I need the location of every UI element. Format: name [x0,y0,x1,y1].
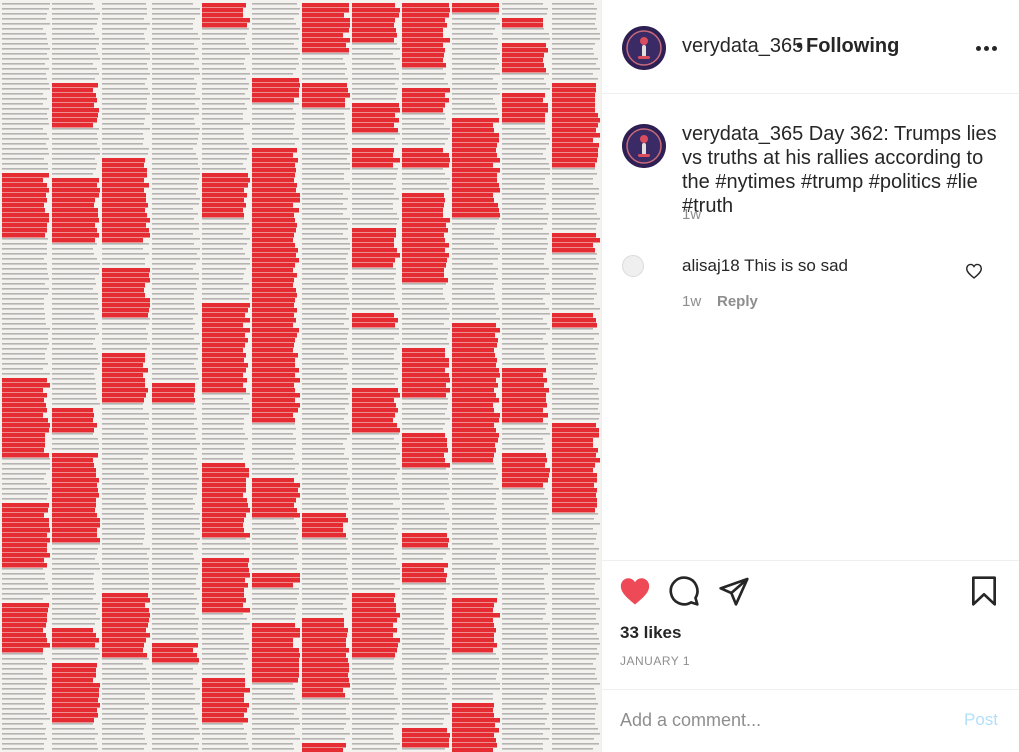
instagram-post: verydata_365 • Following verydata_365 Da… [0,0,1019,752]
like-icon[interactable] [618,575,652,607]
comment-text: This is so sad [744,256,849,275]
add-comment-section: Post [602,689,1019,751]
post-comment-button[interactable]: Post [964,710,998,730]
more-options-icon[interactable] [976,46,998,52]
follow-separator: • [796,35,804,57]
post-username[interactable]: verydata_365 [682,35,803,58]
caption-username[interactable]: verydata_365 [682,123,803,145]
following-button[interactable]: Following [806,35,899,58]
comment-icon[interactable] [668,575,700,607]
post-caption: verydata_365 Day 362: Trumps lies vs tru… [682,122,1002,218]
post-date: JANUARY 1 [620,654,691,668]
caption-avatar[interactable] [622,124,666,168]
comment-username[interactable]: alisaj18 [682,256,740,275]
likes-count[interactable]: 33 likes [620,623,681,643]
comment-like-icon[interactable] [965,263,983,279]
comment-timestamp: 1w [682,293,702,310]
bookmark-icon[interactable] [970,575,998,607]
comment-input[interactable] [618,704,922,736]
post-sidebar: verydata_365 • Following verydata_365 Da… [601,0,1019,752]
newspaper-collage [2,3,600,752]
share-icon[interactable] [718,575,750,607]
post-actions: 33 likes JANUARY 1 Post [602,560,1019,750]
comment-avatar[interactable] [622,255,644,277]
caption-timestamp: 1w [682,206,702,223]
comment: alisaj18 This is so sad [682,256,848,276]
post-header: verydata_365 • Following [602,0,1019,94]
reply-button[interactable]: Reply [717,293,758,310]
avatar[interactable] [622,26,666,70]
post-image[interactable] [0,0,601,752]
